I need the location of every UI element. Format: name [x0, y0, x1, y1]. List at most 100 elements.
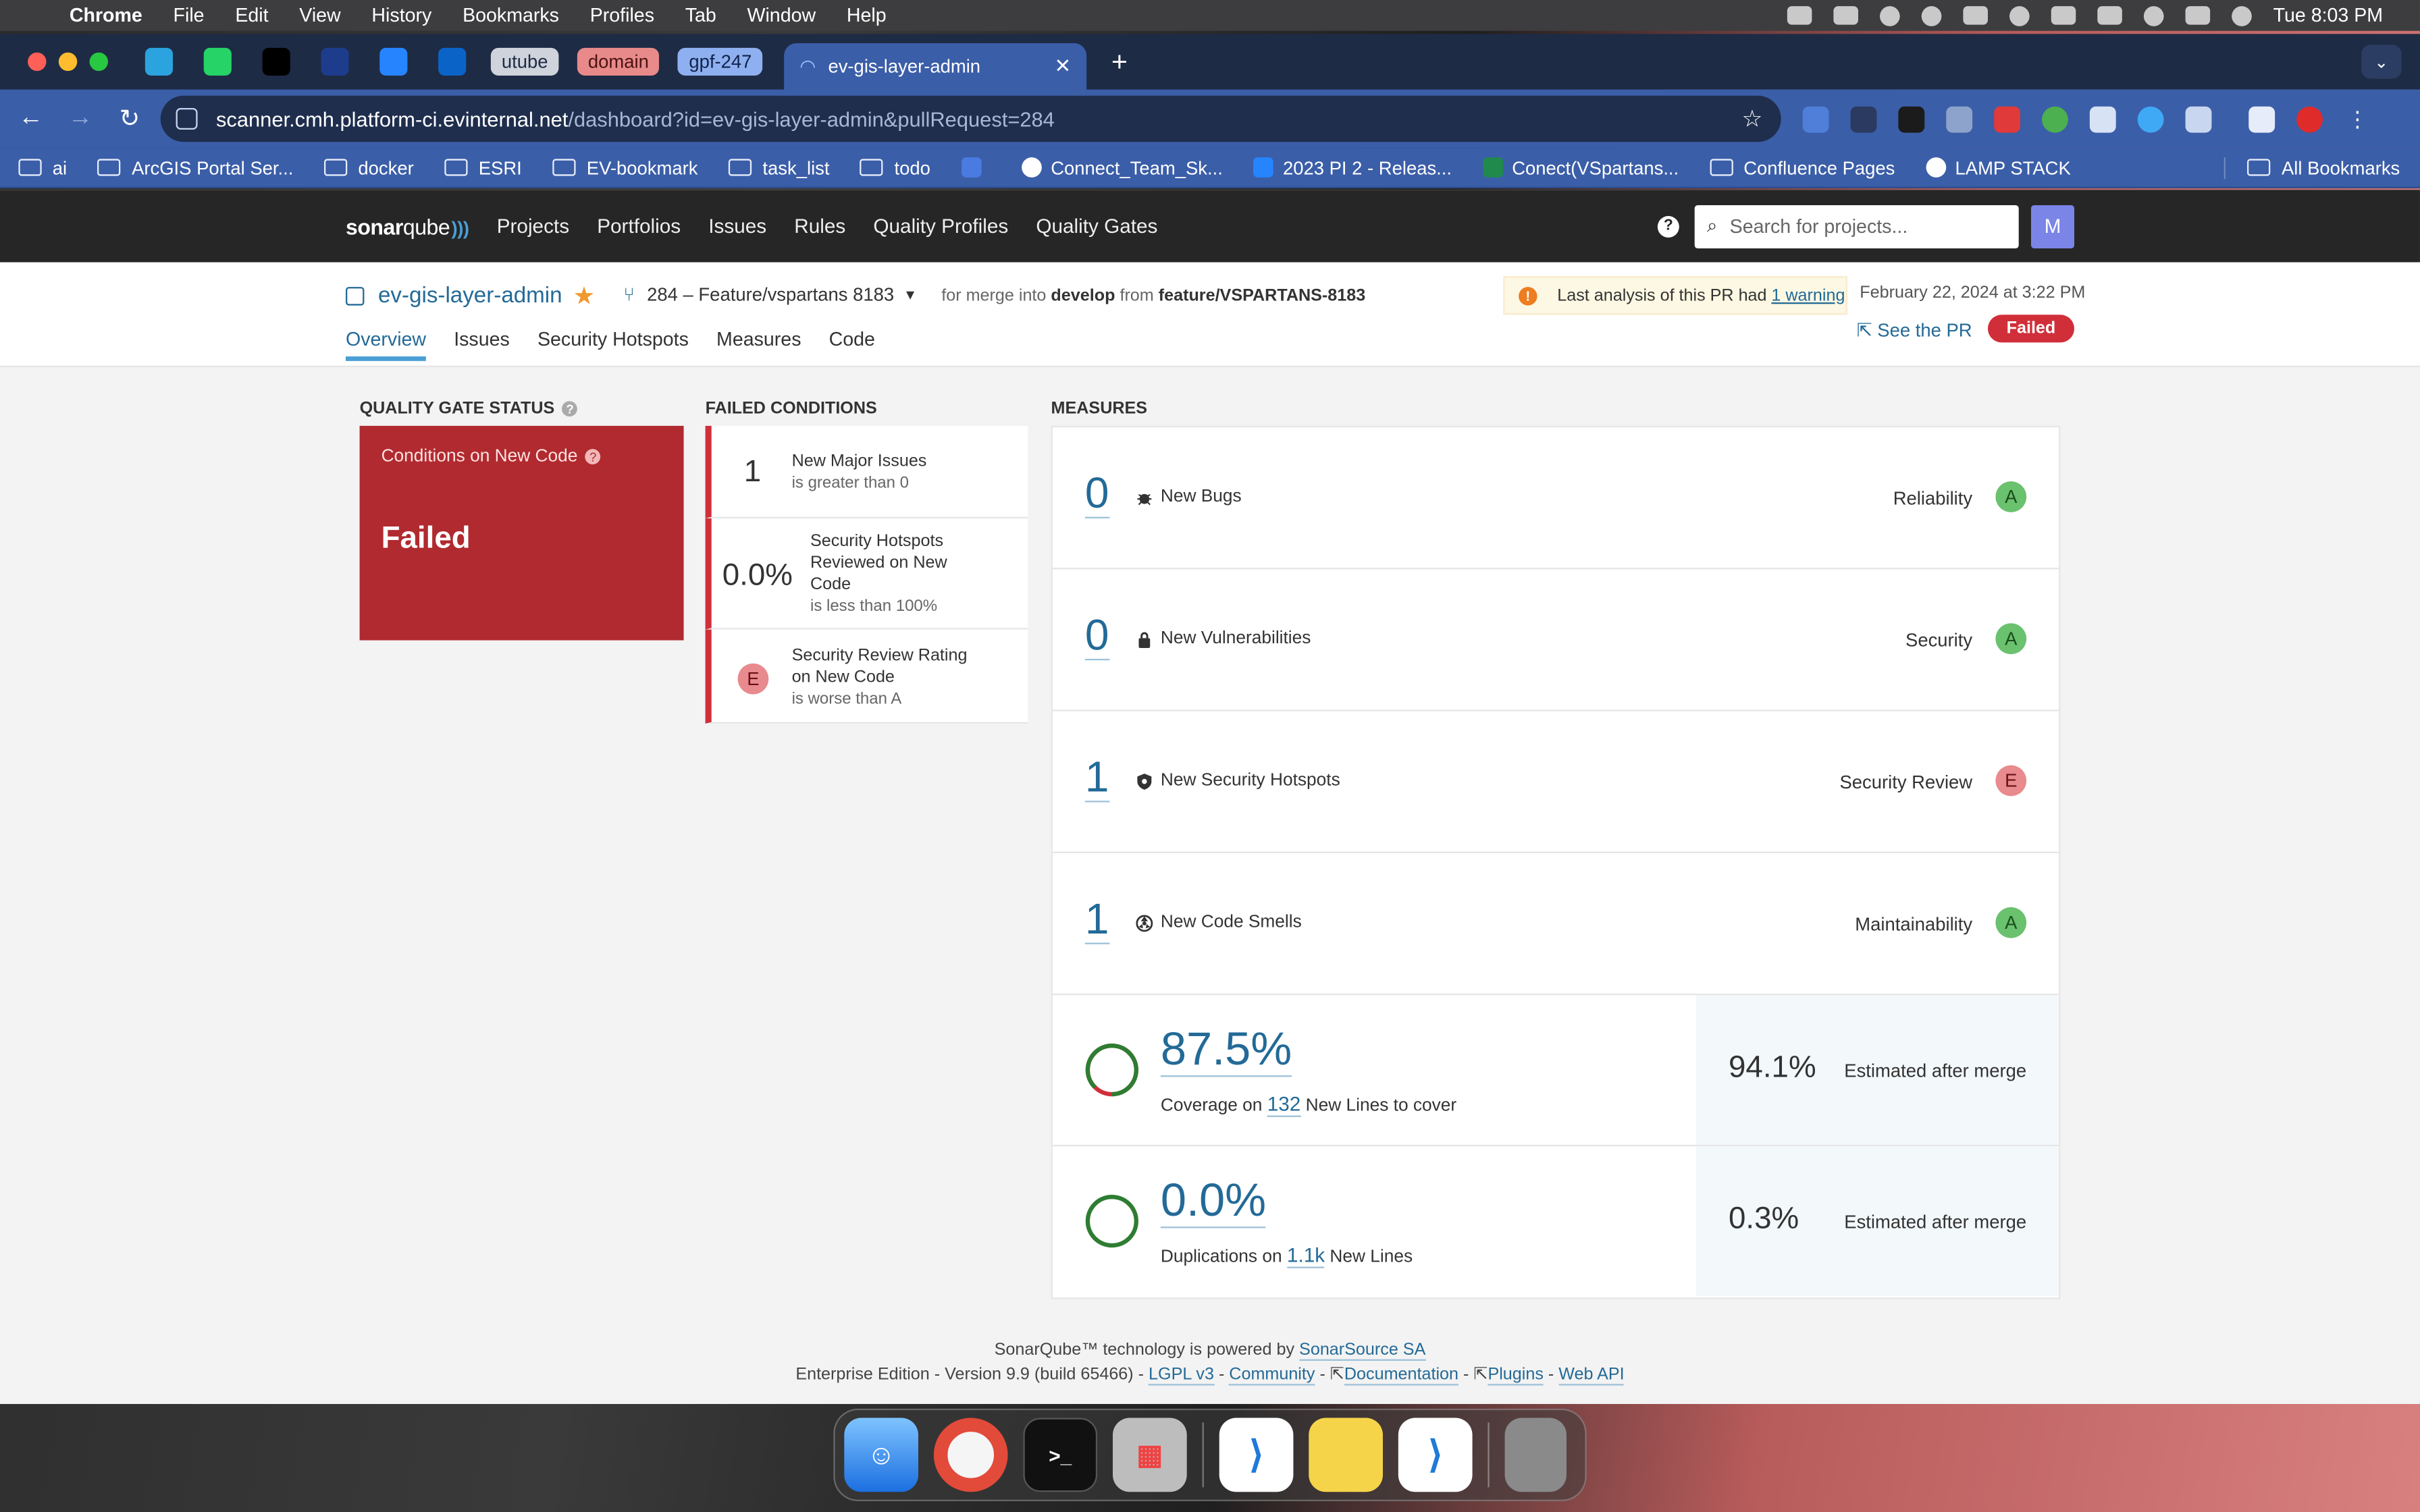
tab-group-utube[interactable]: utube	[490, 47, 559, 76]
extension-icon[interactable]	[2041, 105, 2068, 132]
sonarsource-link[interactable]: SonarSource SA	[1299, 1341, 1426, 1361]
battery-icon[interactable]	[2051, 6, 2076, 25]
license-link[interactable]: LGPL v3	[1149, 1365, 1214, 1386]
status-app-icon[interactable]	[1921, 5, 1942, 26]
user-avatar[interactable]: M	[2030, 204, 2074, 248]
clock[interactable]: Tue 8:03 PM	[2273, 5, 2384, 26]
status-app-icon[interactable]	[1963, 6, 1988, 25]
minimize-window-button[interactable]	[58, 52, 78, 72]
chrome-menu-icon[interactable]: ⋮	[2344, 106, 2371, 132]
profile-avatar[interactable]	[2296, 105, 2323, 132]
sonarqube-logo[interactable]: sonarqube)))	[346, 214, 469, 239]
extensions-puzzle-icon[interactable]	[2185, 105, 2212, 132]
zoom-window-button[interactable]	[89, 52, 108, 72]
menu-tab[interactable]: Tab	[685, 5, 716, 26]
camera-icon[interactable]	[1946, 105, 1973, 132]
branch-selector[interactable]: ⑂ 284 – Feature/vspartans 8183 ▼	[623, 284, 917, 306]
measure-value[interactable]: 1	[1084, 754, 1109, 803]
status-app-icon[interactable]	[1787, 6, 1812, 25]
condition-item[interactable]: E Security Review Rating on New Code is …	[705, 629, 1028, 724]
tab-group-gpf[interactable]: gpf-247	[678, 47, 763, 76]
bookmark-link[interactable]: Connect_Team_Sk...	[1021, 157, 1223, 178]
bookmark-link[interactable]	[961, 157, 991, 178]
extension-icon[interactable]	[1802, 105, 1829, 132]
nav-projects[interactable]: Projects	[497, 215, 569, 238]
help-icon[interactable]: ?	[585, 449, 601, 464]
measure-value[interactable]: 0	[1084, 612, 1109, 661]
menu-window[interactable]: Window	[747, 5, 816, 26]
bookmark-link[interactable]: Conect(VSpartans...	[1482, 157, 1679, 178]
tab-favicon[interactable]	[321, 47, 349, 76]
bookmark-folder[interactable]: todo	[860, 157, 930, 178]
menu-help[interactable]: Help	[847, 5, 887, 26]
nav-quality-profiles[interactable]: Quality Profiles	[873, 215, 1008, 238]
bookmark-link[interactable]: LAMP STACK	[1926, 157, 2071, 178]
menu-history[interactable]: History	[371, 5, 431, 26]
side-panel-icon[interactable]	[2248, 105, 2276, 132]
menu-chrome[interactable]: Chrome	[70, 5, 142, 26]
bookmark-link[interactable]: 2023 PI 2 - Releas...	[1253, 157, 1452, 178]
web-api-link[interactable]: Web API	[1558, 1365, 1625, 1386]
menu-file[interactable]: File	[174, 5, 205, 26]
help-icon[interactable]: ?	[562, 401, 578, 417]
rating-badge[interactable]: A	[1995, 623, 2027, 655]
menu-bookmarks[interactable]: Bookmarks	[463, 5, 559, 26]
coverage-value[interactable]: 87.5%	[1160, 1025, 1292, 1077]
rating-badge[interactable]: A	[1995, 481, 2027, 512]
vscode-icon[interactable]: ⟩	[1219, 1418, 1294, 1492]
close-tab-icon[interactable]: ✕	[1055, 54, 1072, 79]
condition-item[interactable]: 0.0% Security Hotspots Reviewed on New C…	[705, 518, 1028, 630]
nav-rules[interactable]: Rules	[794, 215, 845, 238]
nav-portfolios[interactable]: Portfolios	[597, 215, 681, 238]
terminal-icon[interactable]: >_	[1023, 1418, 1098, 1492]
rating-badge[interactable]: E	[1995, 765, 2027, 796]
siri-icon[interactable]	[2231, 5, 2252, 26]
project-search-input[interactable]: ⌕ Search for projects...	[1694, 204, 2019, 248]
see-pr-link[interactable]: ⇱ See the PR	[1857, 319, 1972, 341]
whatsapp-icon[interactable]	[203, 47, 232, 76]
all-bookmarks[interactable]: All Bookmarks	[2224, 156, 2400, 178]
measure-value[interactable]: 0	[1084, 470, 1109, 518]
tab-security-hotspots[interactable]: Security Hotspots	[537, 329, 689, 361]
forward-icon[interactable]: →	[55, 105, 105, 132]
new-tab-icon[interactable]: +	[1111, 45, 1128, 78]
address-bar[interactable]: scanner.cmh.platform-ci.evinternal.net/d…	[160, 95, 1781, 142]
bookmark-folder[interactable]: ESRI	[444, 157, 522, 178]
tab-overview[interactable]: Overview	[345, 329, 427, 361]
bookmark-folder[interactable]: Confluence Pages	[1709, 157, 1895, 178]
tab-issues[interactable]: Issues	[454, 329, 510, 361]
jira-icon[interactable]	[379, 47, 408, 76]
bookmark-folder[interactable]: task_list	[729, 157, 830, 178]
play-icon[interactable]	[2009, 5, 2030, 26]
bookmark-folder[interactable]: EV-bookmark	[552, 157, 698, 178]
vscode-icon[interactable]: ⟩	[1398, 1418, 1473, 1492]
search-icon[interactable]	[2143, 5, 2164, 26]
active-tab[interactable]: ◠ ev-gis-layer-admin ✕	[784, 43, 1087, 90]
community-link[interactable]: Community	[1229, 1365, 1315, 1386]
tab-measures[interactable]: Measures	[716, 329, 801, 361]
extension-icon[interactable]	[1850, 105, 1877, 132]
bookmark-folder[interactable]: docker	[324, 157, 414, 178]
nav-quality-gates[interactable]: Quality Gates	[1036, 215, 1157, 238]
telegram-icon[interactable]	[144, 47, 173, 76]
tab-group-domain[interactable]: domain	[577, 47, 660, 76]
finder-icon[interactable]: ☺	[844, 1418, 918, 1492]
nav-issues[interactable]: Issues	[708, 215, 766, 238]
launchpad-icon[interactable]: ▦	[1112, 1418, 1187, 1492]
documentation-link[interactable]: Documentation	[1344, 1365, 1459, 1386]
extension-icon[interactable]	[1994, 105, 2020, 132]
coverage-lines-link[interactable]: 132	[1267, 1092, 1301, 1117]
measure-value[interactable]: 1	[1084, 896, 1109, 944]
back-icon[interactable]: ←	[6, 105, 55, 132]
menu-edit[interactable]: Edit	[235, 5, 268, 26]
bookmark-folder[interactable]: ai	[18, 157, 67, 178]
help-icon[interactable]: ?	[1657, 215, 1679, 237]
control-center-icon[interactable]	[2185, 6, 2210, 25]
outlook-icon[interactable]	[438, 47, 467, 76]
aws-icon[interactable]	[262, 47, 290, 76]
duplications-lines-link[interactable]: 1.1k	[1286, 1243, 1325, 1268]
condition-item[interactable]: 1 New Major Issues is greater than 0	[705, 425, 1028, 518]
status-app-icon[interactable]	[1879, 5, 1900, 26]
tab-code[interactable]: Code	[829, 329, 875, 361]
extension-icon[interactable]	[2089, 105, 2116, 132]
